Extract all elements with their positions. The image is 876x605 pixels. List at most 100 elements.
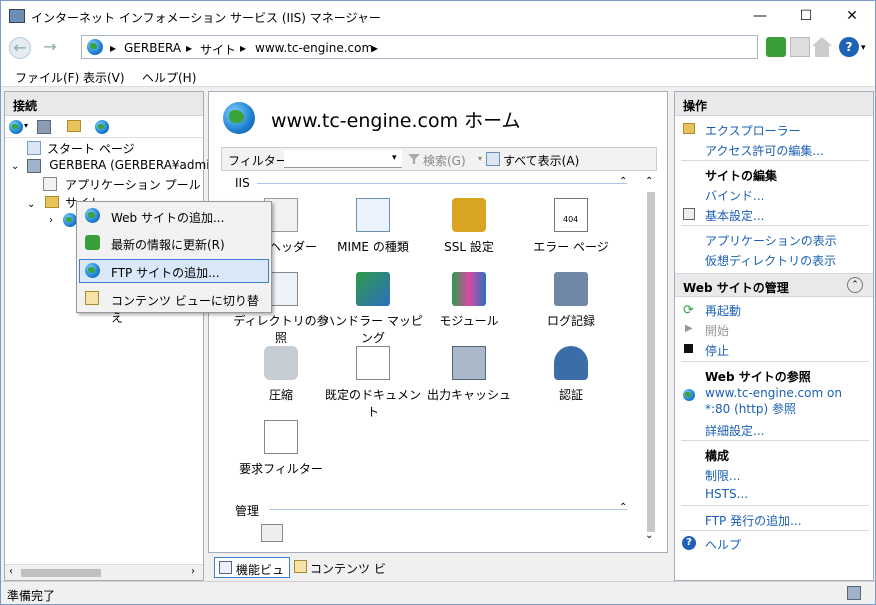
address-box[interactable]: ▸ GERBERA ▸ サイト ▸ www.tc-engine.com ▸ bbox=[81, 35, 758, 59]
scroll-right-icon[interactable]: › bbox=[191, 566, 195, 577]
compression-icon bbox=[264, 346, 298, 380]
breadcrumb-server[interactable]: GERBERA bbox=[124, 41, 181, 55]
action-basic-settings[interactable]: 基本設定... bbox=[705, 207, 764, 224]
action-browse-site[interactable]: www.tc-engine.com on *:80 (http) 参照 bbox=[705, 385, 865, 417]
status-text: 準備完了 bbox=[7, 589, 56, 603]
forward-button[interactable]: → bbox=[39, 37, 61, 59]
home-icon[interactable] bbox=[812, 37, 832, 57]
handler-mappings-icon bbox=[356, 272, 390, 306]
start-icon: ▶ bbox=[685, 323, 693, 334]
feature-default-document[interactable]: 既定のドキュメント bbox=[323, 346, 423, 420]
feature-output-caching[interactable]: 出力キャッシュ bbox=[419, 346, 519, 403]
action-hsts[interactable]: HSTS... bbox=[705, 487, 748, 501]
connections-pane: 接続 ▾ スタート ページ ⌄ GERBERA (GERBERA¥adminku… bbox=[4, 91, 231, 581]
menu-view[interactable]: 表示(V) bbox=[83, 69, 125, 86]
connect-dropdown-icon[interactable]: ▾ bbox=[24, 121, 28, 130]
tree-item-server[interactable]: ⌄ GERBERA (GERBERA¥adminku bbox=[11, 158, 231, 173]
filter-input[interactable] bbox=[284, 150, 402, 168]
action-help[interactable]: ヘルプ bbox=[705, 536, 741, 553]
breadcrumb-separator: ▸ bbox=[240, 41, 247, 55]
close-button[interactable]: ✕ bbox=[829, 1, 875, 31]
feature-compression[interactable]: 圧縮 bbox=[231, 346, 331, 403]
start-page-icon bbox=[27, 141, 41, 155]
scroll-left-icon[interactable]: ‹ bbox=[9, 566, 13, 577]
actions-separator bbox=[681, 440, 869, 441]
title-bar: インターネット インフォメーション サービス (IIS) マネージャー — ☐ … bbox=[1, 1, 875, 31]
scroll-down-icon[interactable]: ⌄ bbox=[645, 530, 653, 541]
default-document-icon bbox=[356, 346, 390, 380]
feature-modules[interactable]: モジュール bbox=[419, 272, 519, 329]
connect-icon[interactable] bbox=[9, 120, 23, 134]
tree-item-label: スタート ページ bbox=[47, 142, 135, 156]
menu-item-refresh[interactable]: 最新の情報に更新(R) bbox=[79, 231, 269, 255]
breadcrumb-separator: ▸ bbox=[110, 41, 117, 55]
breadcrumb-site[interactable]: www.tc-engine.com bbox=[255, 41, 373, 55]
collapse-chevron-icon[interactable]: ⌄ bbox=[11, 161, 19, 172]
tree-item-site[interactable]: › bbox=[49, 212, 77, 227]
add-ftp-site-icon bbox=[85, 263, 100, 278]
action-view-applications[interactable]: アプリケーションの表示 bbox=[705, 232, 837, 249]
menu-file[interactable]: ファイル(F) bbox=[15, 69, 79, 86]
collapse-chevron-icon[interactable]: ⌄ bbox=[27, 199, 35, 210]
help-dropdown-icon[interactable]: ▾ bbox=[861, 43, 866, 53]
output-caching-icon bbox=[452, 346, 486, 380]
action-explore[interactable]: エクスプローラー bbox=[705, 122, 801, 139]
feature-mime-types[interactable]: MIME の種類 bbox=[323, 198, 423, 255]
feature-handler-mappings[interactable]: ハンドラー マッピング bbox=[323, 272, 423, 346]
stop-icon bbox=[684, 344, 693, 353]
search-dropdown-icon[interactable]: ▾ bbox=[478, 154, 482, 163]
menu-help[interactable]: ヘルプ(H) bbox=[142, 69, 196, 86]
disconnect-icon[interactable] bbox=[95, 120, 109, 134]
feature-ssl-settings[interactable]: SSL 設定 bbox=[419, 198, 519, 255]
feature-request-filtering[interactable]: 要求フィルター bbox=[221, 420, 341, 477]
refresh-icon[interactable] bbox=[766, 37, 786, 57]
expand-chevron-icon[interactable]: › bbox=[49, 215, 53, 226]
collapse-section-icon[interactable]: ⌃ bbox=[847, 277, 863, 293]
group-collapse-icon[interactable]: ⌃ bbox=[619, 176, 627, 187]
tab-feature-view[interactable]: 機能ビュー bbox=[214, 557, 290, 594]
show-all-button[interactable]: すべて表示(A) bbox=[503, 152, 579, 169]
configuration-editor-icon[interactable] bbox=[261, 524, 283, 542]
feature-error-pages[interactable]: 404 エラー ページ bbox=[521, 198, 621, 255]
tree-item-app-pools[interactable]: アプリケーション プール bbox=[43, 176, 201, 193]
content-view-icon bbox=[294, 560, 307, 573]
horizontal-scrollbar[interactable]: ‹ › bbox=[5, 564, 203, 580]
back-button[interactable]: ← bbox=[9, 37, 31, 59]
action-view-virtual-directories[interactable]: 仮想ディレクトリの表示 bbox=[705, 252, 836, 269]
menu-item-label: コンテンツ ビューに切り替え bbox=[111, 294, 259, 325]
search-button[interactable]: 検索(G) bbox=[423, 152, 466, 169]
up-folder-icon[interactable] bbox=[67, 120, 81, 132]
menu-item-add-website[interactable]: Web サイトの追加... bbox=[79, 204, 269, 228]
menu-item-add-ftp-site[interactable]: FTP サイトの追加... bbox=[79, 259, 269, 283]
feature-logging[interactable]: ログ記録 bbox=[521, 272, 621, 329]
scroll-up-icon[interactable]: ⌃ bbox=[645, 176, 653, 187]
stop-icon[interactable] bbox=[790, 37, 810, 57]
logging-icon bbox=[554, 272, 588, 306]
maximize-button[interactable]: ☐ bbox=[783, 1, 829, 31]
manage-website-title: Web サイトの管理 bbox=[683, 281, 789, 295]
browse-globe-icon bbox=[683, 389, 695, 401]
feature-label: MIME の種類 bbox=[337, 240, 409, 254]
help-icon[interactable]: ? bbox=[839, 37, 859, 57]
scroll-thumb[interactable] bbox=[21, 569, 101, 577]
menu-item-switch-content-view[interactable]: コンテンツ ビューに切り替え bbox=[79, 287, 269, 325]
status-server-icon bbox=[847, 586, 861, 600]
feature-authentication[interactable]: 認証 bbox=[521, 346, 621, 403]
tree-item-start-page[interactable]: スタート ページ bbox=[27, 140, 135, 157]
filter-dropdown-icon[interactable]: ▾ bbox=[392, 153, 397, 163]
action-edit-permissions[interactable]: アクセス許可の編集... bbox=[705, 142, 824, 159]
breadcrumb-sites[interactable]: サイト bbox=[200, 41, 236, 58]
globe-icon bbox=[87, 39, 103, 55]
actions-separator bbox=[681, 160, 869, 161]
tab-content-view[interactable]: コンテンツ ビュー bbox=[292, 557, 388, 593]
action-advanced-settings[interactable]: 詳細設定... bbox=[705, 422, 764, 439]
action-add-ftp-publishing[interactable]: FTP 発行の追加... bbox=[705, 512, 802, 529]
action-bindings[interactable]: バインド... bbox=[705, 187, 764, 204]
action-limits[interactable]: 制限... bbox=[705, 467, 740, 484]
action-stop[interactable]: 停止 bbox=[705, 342, 729, 359]
save-icon[interactable] bbox=[37, 120, 51, 134]
group-collapse-icon[interactable]: ⌃ bbox=[619, 502, 627, 513]
vertical-scrollbar-thumb[interactable] bbox=[647, 192, 655, 532]
action-restart[interactable]: 再起動 bbox=[705, 302, 741, 319]
minimize-button[interactable]: — bbox=[737, 1, 783, 31]
